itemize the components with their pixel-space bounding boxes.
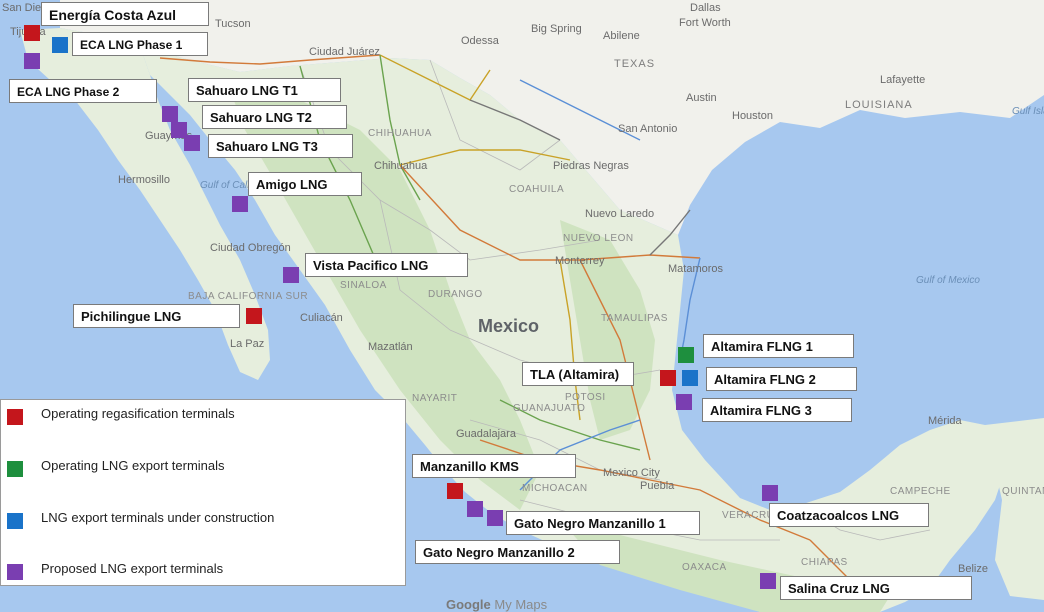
legend-swatch-purple xyxy=(7,564,23,580)
terminal-marker-gato-negro-manzanillo-2[interactable] xyxy=(467,501,483,517)
terminal-label-altamira-flng-2[interactable]: Altamira FLNG 2 xyxy=(706,367,857,391)
terminal-label-altamira-flng-1[interactable]: Altamira FLNG 1 xyxy=(703,334,854,358)
terminal-label-tla-altamira[interactable]: TLA (Altamira) xyxy=(522,362,634,386)
terminal-marker-sahuaro-lng-t1[interactable] xyxy=(162,106,178,122)
terminal-marker-energia-costa-azul[interactable] xyxy=(24,25,40,41)
map-attribution[interactable]: Google My Maps xyxy=(446,597,547,612)
terminal-label-manzanillo-kms[interactable]: Manzanillo KMS xyxy=(412,454,576,478)
legend-label: Operating LNG export terminals xyxy=(41,458,225,473)
terminal-label-energia-costa-azul[interactable]: Energía Costa Azul xyxy=(41,2,209,26)
terminal-marker-tla-altamira[interactable] xyxy=(660,370,676,386)
terminal-label-amigo-lng[interactable]: Amigo LNG xyxy=(248,172,362,196)
terminal-label-gato-negro-manzanillo-2[interactable]: Gato Negro Manzanillo 2 xyxy=(415,540,620,564)
terminal-label-sahuaro-lng-t1[interactable]: Sahuaro LNG T1 xyxy=(188,78,341,102)
map-canvas[interactable]: TEXAS LOUISIANA Belize CHIHUAHUA COAHUILA NUE… xyxy=(0,0,1044,612)
legend-swatch-red xyxy=(7,409,23,425)
terminal-marker-sahuaro-lng-t3[interactable] xyxy=(184,135,200,151)
terminal-label-sahuaro-lng-t2[interactable]: Sahuaro LNG T2 xyxy=(202,105,347,129)
legend-swatch-blue xyxy=(7,513,23,529)
terminal-label-coatzacoalcos-lng[interactable]: Coatzacoalcos LNG xyxy=(769,503,929,527)
terminal-marker-altamira-flng-1[interactable] xyxy=(678,347,694,363)
terminal-label-eca-lng-phase-2[interactable]: ECA LNG Phase 2 xyxy=(9,79,157,103)
terminal-marker-salina-cruz-lng[interactable] xyxy=(760,573,776,589)
terminal-marker-gato-negro-manzanillo-1[interactable] xyxy=(487,510,503,526)
terminal-marker-vista-pacifico-lng[interactable] xyxy=(283,267,299,283)
terminal-label-vista-pacifico-lng[interactable]: Vista Pacifico LNG xyxy=(305,253,468,277)
terminal-marker-altamira-flng-3[interactable] xyxy=(676,394,692,410)
terminal-marker-manzanillo-kms[interactable] xyxy=(447,483,463,499)
legend: Operating regasification terminals Opera… xyxy=(0,399,406,586)
terminal-marker-coatzacoalcos-lng[interactable] xyxy=(762,485,778,501)
terminal-label-salina-cruz-lng[interactable]: Salina Cruz LNG xyxy=(780,576,972,600)
terminal-marker-pichilingue-lng[interactable] xyxy=(246,308,262,324)
attribution-brand: Google xyxy=(446,597,491,612)
attribution-product: My Maps xyxy=(494,597,548,612)
terminal-label-gato-negro-manzanillo-1[interactable]: Gato Negro Manzanillo 1 xyxy=(506,511,700,535)
terminal-marker-altamira-flng-2[interactable] xyxy=(682,370,698,386)
terminal-label-altamira-flng-3[interactable]: Altamira FLNG 3 xyxy=(702,398,852,422)
legend-swatch-green xyxy=(7,461,23,477)
terminal-marker-eca-lng-phase-2[interactable] xyxy=(24,53,40,69)
terminal-label-eca-lng-phase-1[interactable]: ECA LNG Phase 1 xyxy=(72,32,208,56)
legend-label: Proposed LNG export terminals xyxy=(41,561,224,576)
terminal-label-pichilingue-lng[interactable]: Pichilingue LNG xyxy=(73,304,240,328)
terminal-label-sahuaro-lng-t3[interactable]: Sahuaro LNG T3 xyxy=(208,134,353,158)
legend-label: Operating regasification terminals xyxy=(41,406,235,421)
terminal-marker-amigo-lng[interactable] xyxy=(232,196,248,212)
terminal-marker-eca-lng-phase-1[interactable] xyxy=(52,37,68,53)
legend-label: LNG export terminals under construction xyxy=(41,510,275,525)
